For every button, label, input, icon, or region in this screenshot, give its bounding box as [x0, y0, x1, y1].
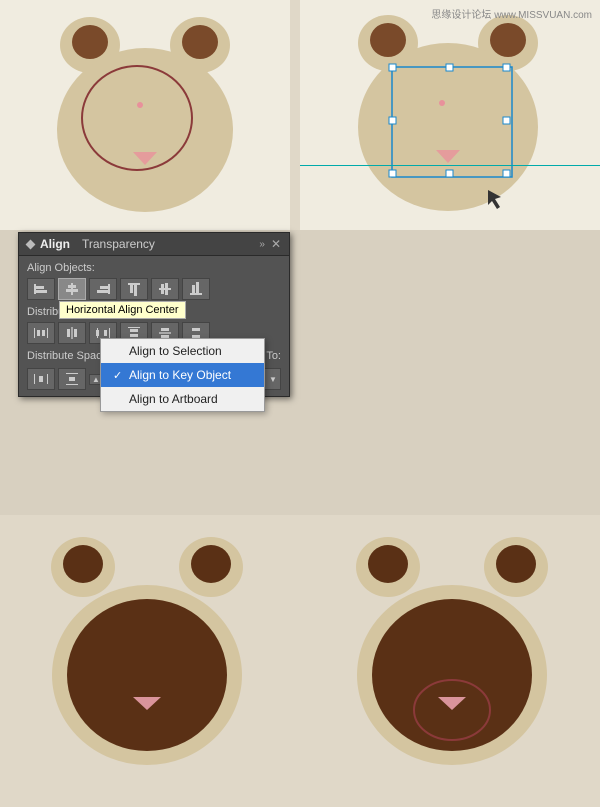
- top-left-cat-area: [0, 0, 290, 230]
- dropdown-item-align-artboard[interactable]: Align to Artboard: [101, 387, 264, 411]
- spacing-horiz-button[interactable]: [27, 368, 55, 390]
- dist-left-button[interactable]: [27, 322, 55, 344]
- top-right-cat-area: [300, 0, 600, 230]
- panel-tab[interactable]: Transparency: [82, 237, 155, 251]
- dropdown-item-align-key-object[interactable]: ✓ Align to Key Object: [101, 363, 264, 387]
- spacing-vert-button[interactable]: [58, 368, 86, 390]
- panel-header: Align Transparency » ✕: [19, 233, 289, 256]
- align-bottom-button[interactable]: [182, 278, 210, 300]
- panel-diamond-icon: [26, 239, 36, 249]
- panel-close-icon[interactable]: ✕: [271, 237, 281, 251]
- bottom-left-cat-area: [20, 515, 275, 795]
- watermark: 思缘设计论坛 www.MISSVUAN.com: [431, 6, 592, 21]
- top-left-cat-svg: [45, 10, 245, 220]
- panel-expand-icon[interactable]: »: [259, 239, 265, 250]
- align-objects-label: Align Objects:: [27, 262, 281, 274]
- align-center-v-button[interactable]: [151, 278, 179, 300]
- main-container: 思缘设计论坛 www.MISSVUAN.com: [0, 0, 600, 807]
- panel-title[interactable]: Align: [40, 237, 70, 251]
- align-top-button[interactable]: [120, 278, 148, 300]
- bottom-right-cat-svg: [338, 525, 568, 785]
- dropdown-item-align-selection[interactable]: Align to Selection: [101, 339, 264, 363]
- tooltip: Horizontal Align Center: [59, 301, 186, 319]
- align-objects-row: Horizontal Align Center: [27, 278, 281, 300]
- check-key-object: ✓: [113, 369, 125, 382]
- top-right-cat-svg: [340, 5, 560, 225]
- dist-center-h-button[interactable]: [58, 322, 86, 344]
- align-right-button[interactable]: [89, 278, 117, 300]
- align-center-h-button[interactable]: Horizontal Align Center: [58, 278, 86, 300]
- align-to-dropdown: Align to Selection ✓ Align to Key Object…: [100, 338, 265, 412]
- align-left-button[interactable]: [27, 278, 55, 300]
- bottom-left-cat-svg: [33, 525, 263, 785]
- bottom-right-cat-area: [325, 515, 580, 795]
